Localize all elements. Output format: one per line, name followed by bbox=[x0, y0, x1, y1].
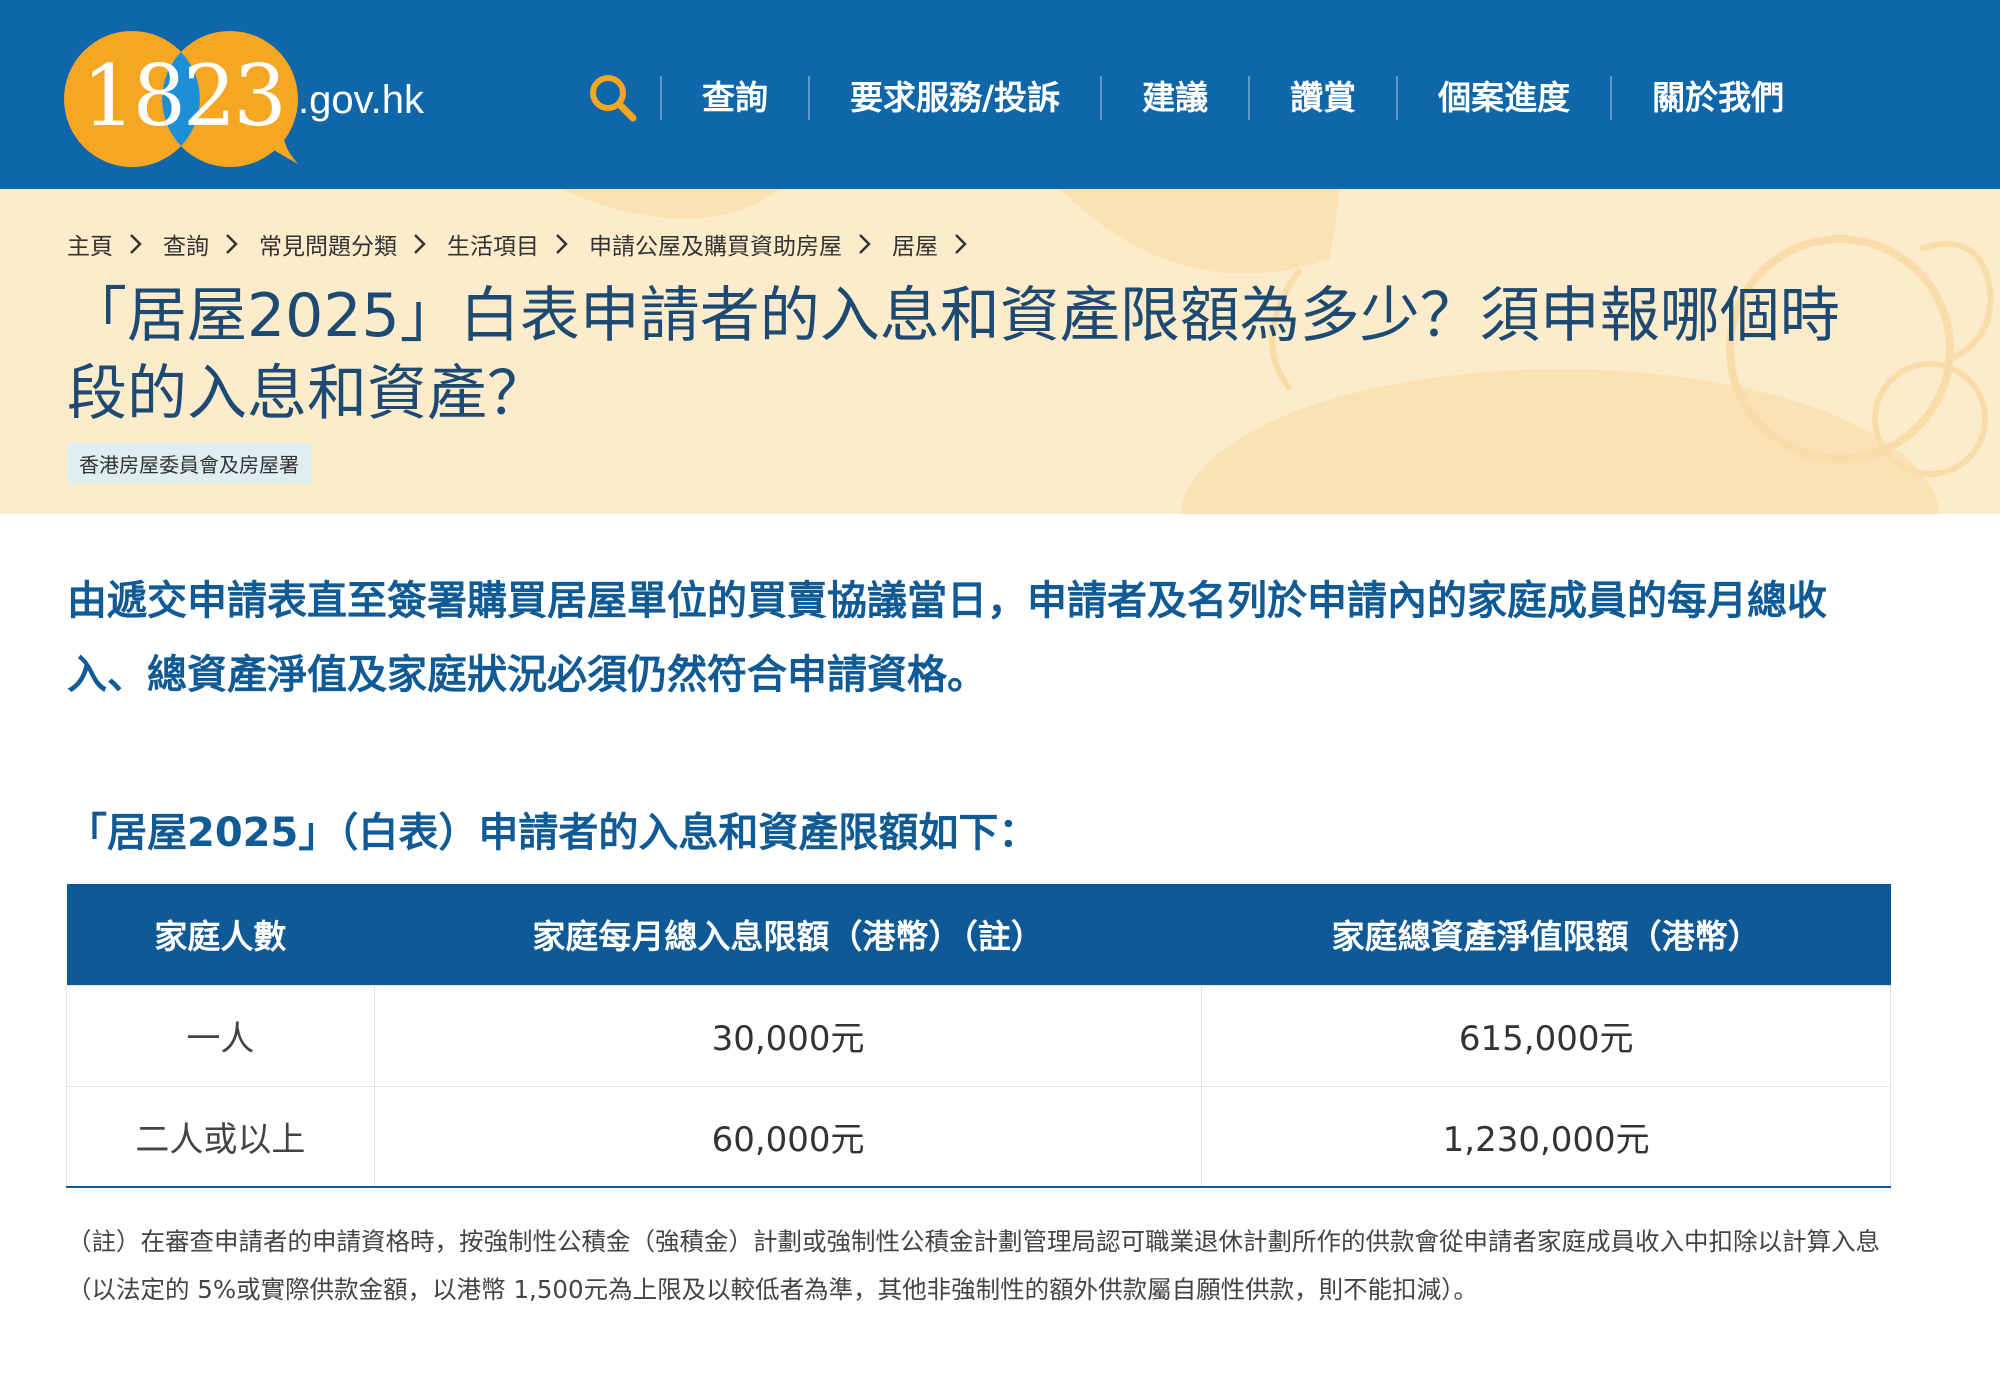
table-header-asset-limit: 家庭總資產淨值限額（港幣） bbox=[1201, 884, 1891, 985]
nav-item-about-us[interactable]: 關於我們 bbox=[1612, 58, 1824, 138]
chevron-right-icon bbox=[414, 234, 426, 254]
table-row: 一人 30,000元 615,000元 bbox=[66, 984, 1891, 1087]
breadcrumb-item-home[interactable]: 主頁 bbox=[67, 227, 113, 261]
department-tag: 香港房屋委員會及房屋署 bbox=[67, 443, 311, 484]
income-asset-limits-table: 家庭人數 家庭每月總入息限額（港幣）（註） 家庭總資產淨值限額（港幣） 一人 3… bbox=[66, 884, 1891, 1188]
page-hero: 主頁 查詢 常見問題分類 生活項目 申請公屋及購買資助房屋 居屋 「居屋2025… bbox=[0, 189, 2000, 514]
page-title: 「居屋2025」白表申請者的入息和資產限額為多少？須申報哪個時段的入息和資產？ bbox=[67, 281, 1840, 429]
site-logo[interactable]: 1823 .gov.hk bbox=[62, 28, 432, 170]
table-cell-asset-limit: 1,230,000元 bbox=[1201, 1085, 1891, 1188]
chevron-right-icon bbox=[556, 234, 568, 254]
chevron-right-icon bbox=[130, 234, 142, 254]
section-heading: 「居屋2025」（白表）申請者的入息和資產限額如下： bbox=[67, 810, 1039, 856]
table-header-household-size: 家庭人數 bbox=[66, 884, 375, 985]
intro-paragraph: 由遞交申請表直至簽署購買居屋單位的買賣協議當日，申請者及名列於申請內的家庭成員的… bbox=[67, 578, 1827, 698]
footnote: （註）在審查申請者的申請資格時，按強制性公積金（強積金）計劃或強制性公積金計劃管… bbox=[67, 1227, 1880, 1304]
table-cell-asset-limit: 615,000元 bbox=[1201, 984, 1891, 1087]
breadcrumb-item-faq-categories[interactable]: 常見問題分類 bbox=[259, 227, 397, 261]
breadcrumb-item-public-housing[interactable]: 申請公屋及購買資助房屋 bbox=[589, 227, 842, 261]
breadcrumb-item-hos[interactable]: 居屋 bbox=[892, 227, 938, 261]
nav-item-enquiry[interactable]: 查詢 bbox=[662, 58, 808, 138]
table-cell-household-size: 二人或以上 bbox=[66, 1085, 375, 1188]
table-cell-household-size: 一人 bbox=[66, 984, 375, 1087]
nav-item-suggestion[interactable]: 建議 bbox=[1102, 58, 1248, 138]
search-icon bbox=[590, 75, 637, 122]
table-cell-income-limit: 60,000元 bbox=[373, 1085, 1203, 1188]
table-row: 二人或以上 60,000元 1,230,000元 bbox=[66, 1085, 1891, 1188]
search-button[interactable] bbox=[566, 58, 660, 138]
logo-domain: .gov.hk bbox=[298, 78, 424, 122]
chevron-right-icon bbox=[859, 234, 871, 254]
nav-item-compliment[interactable]: 讚賞 bbox=[1250, 58, 1396, 138]
table-cell-income-limit: 30,000元 bbox=[373, 984, 1203, 1087]
breadcrumb-item-enquiry[interactable]: 查詢 bbox=[163, 227, 209, 261]
nav-item-case-progress[interactable]: 個案進度 bbox=[1398, 58, 1610, 138]
breadcrumb: 主頁 查詢 常見問題分類 生活項目 申請公屋及購買資助房屋 居屋 bbox=[67, 227, 988, 261]
table-header-row: 家庭人數 家庭每月總入息限額（港幣）（註） 家庭總資產淨值限額（港幣） bbox=[66, 884, 1891, 985]
breadcrumb-item-living[interactable]: 生活項目 bbox=[447, 227, 539, 261]
chevron-right-icon bbox=[226, 234, 238, 254]
chevron-right-icon bbox=[955, 234, 967, 254]
logo-number: 1823 bbox=[82, 47, 287, 145]
main-nav: 查詢 要求服務/投訴 建議 讚賞 個案進度 關於我們 bbox=[566, 58, 1824, 138]
site-header: 1823 .gov.hk 查詢 要求服務/投訴 建議 讚賞 個案進度 關於我們 bbox=[0, 0, 2000, 189]
nav-item-service-complaint[interactable]: 要求服務/投訴 bbox=[810, 58, 1100, 138]
table-header-income-limit: 家庭每月總入息限額（港幣）（註） bbox=[374, 884, 1202, 985]
